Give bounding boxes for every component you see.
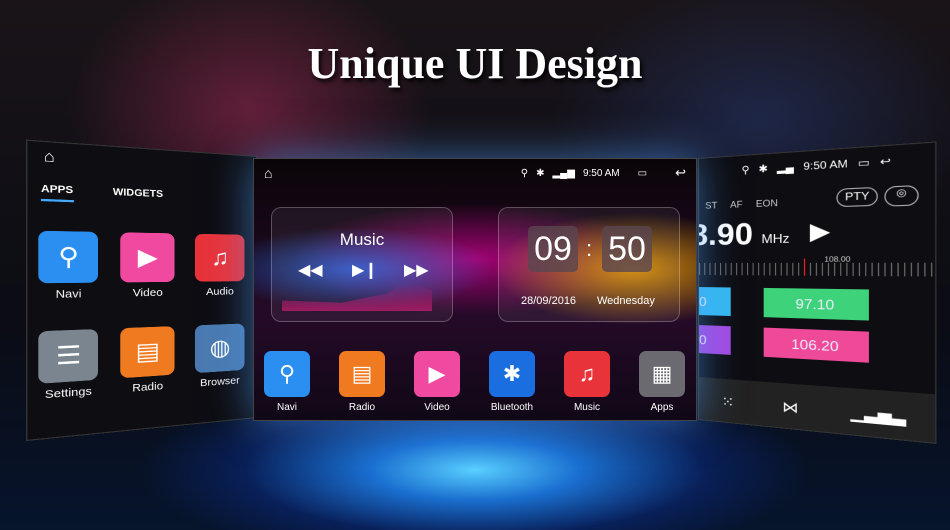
radio-icon: ▤ [339,351,385,397]
app-label: Radio [132,380,164,395]
frequency: 8.90 [698,217,753,253]
clock-date: 28/09/2016 [521,295,577,307]
app-video[interactable]: ▶ Video [414,351,460,413]
settings-sliders-icon: ☰ [38,329,98,384]
video-icon: ▶ [120,232,175,283]
equalizer-icon[interactable]: ▁▃▅▃ [851,403,906,427]
apps-grid-icon: ▦ [639,351,685,397]
clock-minute: 50 [602,226,652,272]
app-apps[interactable]: ▦ Apps [639,351,685,413]
app-radio[interactable]: ▤ Radio [120,326,175,396]
music-note-icon: ♫ [564,351,610,397]
play-icon[interactable]: ▶ [810,217,830,245]
rewind-icon[interactable]: ◀◀ [298,260,323,280]
status-time: 9:50 AM [803,158,848,173]
home-screen: ⌂ ⚲ ✱ ▂▄▆ 9:50 AM ▭ ↩ Music ◀◀ ▶❙ ▶▶ 09 : … [253,158,697,421]
app-label: Radio [348,402,376,413]
bluetooth-icon: ✱ [489,351,535,397]
back-icon[interactable]: ↩ [675,165,686,181]
app-label: Music [573,402,601,413]
app-label: Video [132,287,163,300]
play-pause-icon[interactable]: ▶❙ [352,260,378,280]
app-navi[interactable]: ⚲ Navi [38,230,98,302]
app-label: Browser [200,375,240,390]
bluetooth-icon: ✱ [758,163,768,176]
tab-apps[interactable]: APPS [40,182,74,203]
recent-apps-icon[interactable]: ▭ [858,157,870,170]
music-note-icon: ♫ [194,233,245,282]
eon-flag[interactable]: EON [756,198,778,209]
app-browser[interactable]: ◍ Browser [194,323,245,390]
radio-icon: ▤ [120,326,175,379]
back-icon[interactable]: ↩ [880,155,891,168]
app-settings[interactable]: ☰ Settings [38,329,98,402]
signal-icon: ▂▄▆ [552,167,575,179]
stereo-icon[interactable]: ⋈ [782,397,798,416]
clock-hour: 09 [528,226,578,272]
map-pin-icon: ⚲ [264,351,310,397]
app-label: Navi [55,288,82,302]
tab-widgets[interactable]: WIDGETS [113,186,163,199]
clock-separator: : [586,236,593,261]
keypad-icon[interactable]: ⁙ [722,392,735,410]
rds-button[interactable]: ◎ [884,184,919,207]
status-time: 9:50 AM [582,167,620,179]
bluetooth-icon: ✱ [536,167,545,179]
signal-icon: ▂▄ [776,161,794,175]
af-flag[interactable]: AF [730,199,742,210]
app-label: Navi [276,402,297,413]
app-label: Settings [44,385,92,402]
app-video[interactable]: ▶ Video [120,232,175,300]
preset-button[interactable]: 106.20 [763,327,869,363]
music-title: Music [339,230,385,249]
radio-screen: ⚲ ✱ ▂▄ 9:50 AM ▭ ↩ ST AF EON PTY ◎ 8.90 MHz ▶ 1… [698,141,937,445]
preset-button[interactable]: 97.10 [763,287,869,321]
app-label: Bluetooth [490,402,534,413]
video-icon: ▶ [414,351,460,397]
music-widget[interactable]: Music ◀◀ ▶❙ ▶▶ [271,207,453,322]
clock-widget[interactable]: 09 : 50 28/09/2016 Wednesday [498,207,680,322]
app-bluetooth[interactable]: ✱ Bluetooth [489,351,535,413]
app-label: Audio [206,286,234,299]
clock-day: Wednesday [597,295,655,307]
app-audio[interactable]: ♫ Audio [194,233,245,299]
app-music[interactable]: ♫ Music [564,351,610,413]
pty-button[interactable]: PTY [836,186,879,208]
apps-screen: ⌂ APPS WIDGETS ⚲ Navi ▶ Video ♫ Audio ☰ Setting… [26,139,258,442]
map-pin-icon: ⚲ [38,230,98,284]
location-icon: ⚲ [741,164,750,177]
home-icon[interactable]: ⌂ [264,165,272,181]
preset-button[interactable]: 90 [698,323,731,355]
app-label: Apps [650,402,674,413]
recent-apps-icon[interactable]: ▭ [638,168,647,179]
home-icon[interactable]: ⌂ [44,147,55,166]
st-flag[interactable]: ST [705,200,717,211]
app-radio[interactable]: ▤ Radio [339,351,385,413]
app-navi[interactable]: ⚲ Navi [264,351,310,413]
tuning-scale[interactable] [699,258,936,277]
globe-icon: ◍ [194,323,245,374]
location-icon: ⚲ [520,167,529,179]
app-label: Video [424,402,450,413]
preset-button[interactable]: 20 [698,286,731,317]
frequency-unit: MHz [761,231,790,247]
